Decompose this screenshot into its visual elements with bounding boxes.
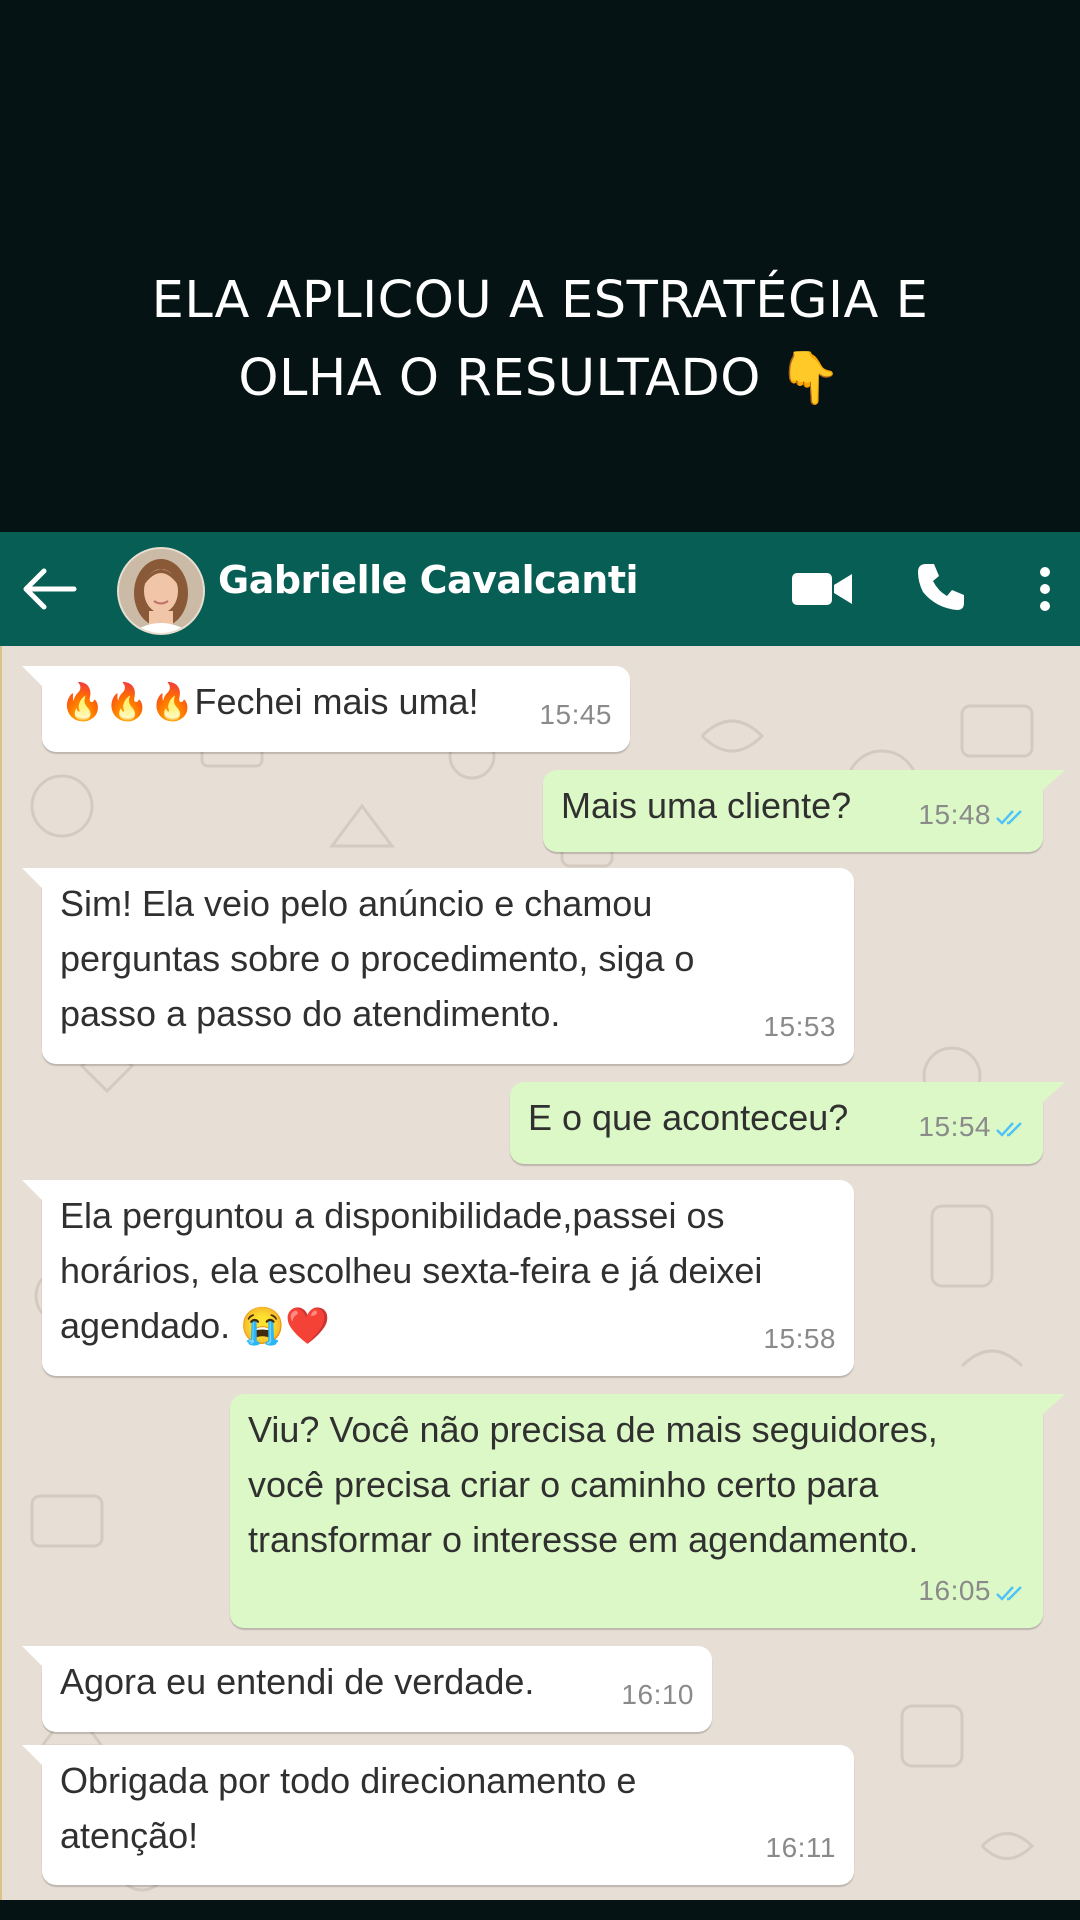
contact-photo bbox=[119, 549, 203, 633]
phone-call-icon[interactable] bbox=[914, 560, 968, 614]
headline-line-2: OLHA O RESULTADO 👇 bbox=[238, 349, 842, 408]
promo-headline: ELA APLICOU A ESTRATÉGIA E OLHA O RESULT… bbox=[0, 262, 1080, 418]
contact-name[interactable]: Gabrielle Cavalcanti bbox=[218, 558, 639, 602]
read-ticks-icon bbox=[996, 809, 1022, 825]
fire-emoji: 🔥🔥🔥 bbox=[60, 682, 195, 723]
message-text: Mais uma cliente? bbox=[561, 785, 852, 826]
chat-header: Gabrielle Cavalcanti bbox=[0, 532, 1080, 646]
message-time: 15:54 bbox=[918, 1111, 991, 1142]
message-text: Agora eu entendi de verdade. bbox=[60, 1661, 535, 1702]
message-outgoing[interactable]: E o que aconteceu? 15:54 bbox=[510, 1082, 1065, 1164]
message-text: Ela perguntou a disponibilidade,passei o… bbox=[60, 1195, 763, 1346]
message-time: 16:05 bbox=[918, 1575, 991, 1606]
message-outgoing[interactable]: Viu? Você não precisa de mais seguidores… bbox=[230, 1394, 1065, 1628]
video-call-icon[interactable] bbox=[790, 565, 854, 613]
message-time: 16:10 bbox=[621, 1679, 694, 1710]
message-text: Obrigada por todo direcionamento e atenç… bbox=[60, 1760, 637, 1856]
message-incoming[interactable]: Ela perguntou a disponibilidade,passei o… bbox=[22, 1180, 854, 1376]
message-time: 15:45 bbox=[539, 699, 612, 730]
message-text: E o que aconteceu? bbox=[528, 1097, 849, 1138]
bottom-strip bbox=[0, 1900, 1080, 1920]
message-text: Sim! Ela veio pelo anúncio e chamou perg… bbox=[60, 883, 695, 1034]
more-options-icon[interactable] bbox=[1030, 562, 1060, 616]
message-time: 15:53 bbox=[763, 1011, 836, 1042]
message-time: 15:48 bbox=[918, 799, 991, 830]
read-ticks-icon bbox=[996, 1121, 1022, 1137]
message-text: Viu? Você não precisa de mais seguidores… bbox=[248, 1409, 938, 1560]
message-outgoing[interactable]: Mais uma cliente? 15:48 bbox=[543, 770, 1065, 852]
message-incoming[interactable]: Obrigada por todo direcionamento e atenç… bbox=[22, 1745, 854, 1885]
message-incoming[interactable]: Sim! Ela veio pelo anúncio e chamou perg… bbox=[22, 868, 854, 1064]
message-text: Fechei mais uma! bbox=[194, 681, 479, 722]
back-arrow-icon[interactable] bbox=[18, 565, 78, 613]
message-time: 16:11 bbox=[765, 1832, 836, 1863]
headline-line-1: ELA APLICOU A ESTRATÉGIA E bbox=[151, 271, 929, 330]
message-time: 15:58 bbox=[763, 1323, 836, 1354]
read-ticks-icon bbox=[996, 1585, 1022, 1601]
contact-avatar[interactable] bbox=[117, 547, 205, 635]
message-incoming[interactable]: Agora eu entendi de verdade. 16:10 bbox=[22, 1646, 712, 1732]
message-incoming[interactable]: 🔥🔥🔥Fechei mais uma! 15:45 bbox=[22, 666, 630, 752]
